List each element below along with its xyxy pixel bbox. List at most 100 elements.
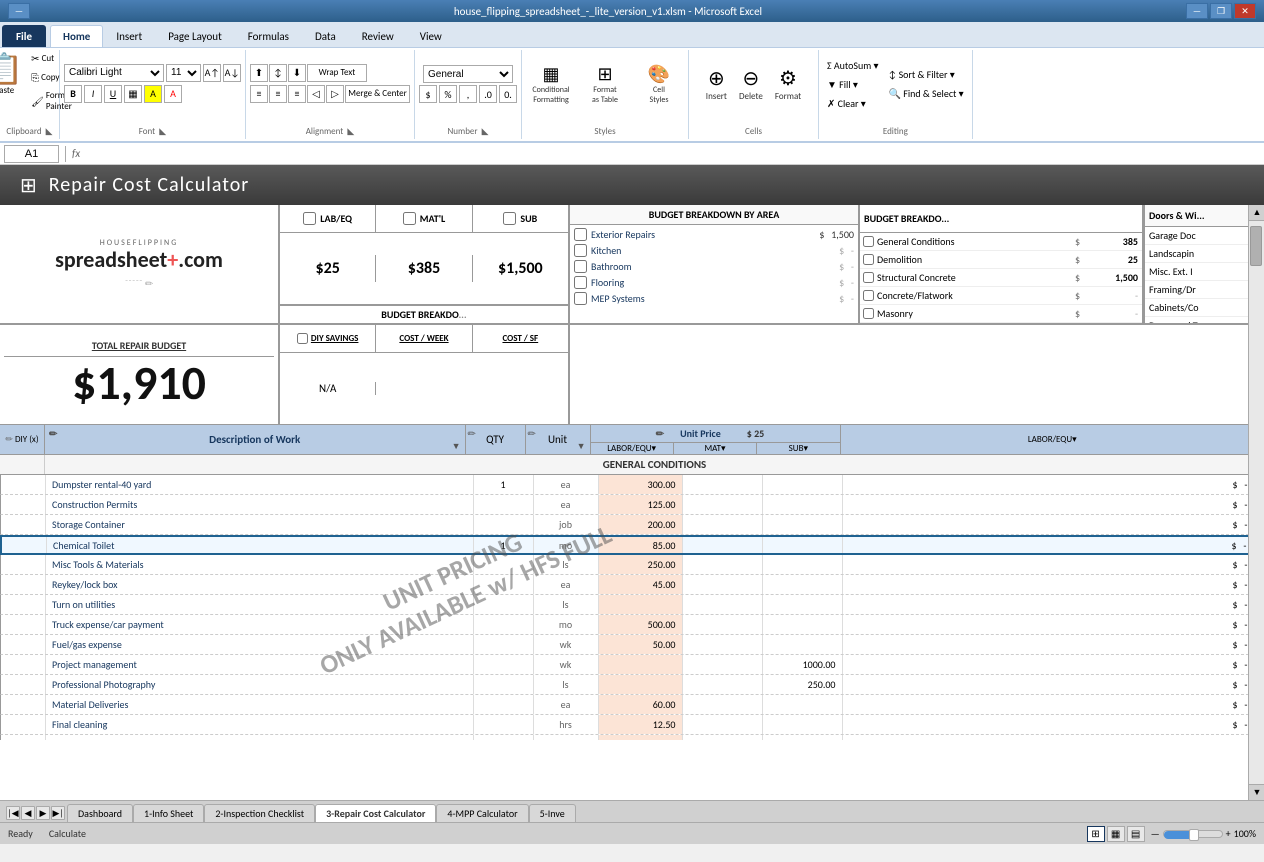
general-conditions-checkbox[interactable] [863, 236, 874, 247]
tab-insert[interactable]: Insert [103, 25, 155, 47]
tab-formulas[interactable]: Formulas [235, 25, 302, 47]
zoom-slider[interactable] [1163, 830, 1223, 838]
indent-increase-button[interactable]: ▷ [326, 85, 344, 103]
tab-2-inspection[interactable]: 2-Inspection Checklist [204, 804, 315, 822]
underline-button[interactable]: U [104, 85, 122, 103]
formula-input[interactable] [84, 145, 1260, 163]
insert-button[interactable]: ⊕ Insert [702, 63, 731, 105]
flooring-checkbox[interactable] [574, 276, 587, 289]
find-select-button[interactable]: 🔍 Find & Select ▾ [885, 85, 968, 102]
cell-styles-button[interactable]: 🎨 CellStyles [634, 60, 684, 108]
increase-decimal-button[interactable]: .0 [479, 85, 497, 103]
top-align-button[interactable]: ⬆ [250, 64, 268, 82]
delete-button[interactable]: ⊖ Delete [735, 63, 767, 105]
paste-button[interactable]: 📋 Paste [0, 52, 26, 112]
format-button[interactable]: ⚙ Format [771, 63, 805, 105]
merge-center-button[interactable]: Merge & Center [345, 85, 410, 103]
currency-button[interactable]: $ [419, 85, 437, 103]
tab-view[interactable]: View [407, 25, 455, 47]
budget-item-flooring: Flooring $ - [574, 275, 854, 290]
formula-bar: fx [0, 143, 1264, 165]
kitchen-checkbox[interactable] [574, 244, 587, 257]
minimize-button[interactable]: — [8, 3, 30, 19]
scroll-down-button[interactable]: ▼ [1249, 784, 1264, 800]
tab-4-mpp[interactable]: 4-MPP Calculator [436, 804, 528, 822]
bathroom-checkbox[interactable] [574, 260, 587, 273]
row6-money: $ - $ [843, 575, 1264, 594]
tab-1-info-sheet[interactable]: 1-Info Sheet [133, 804, 204, 822]
cost-sf-header: COST / SF [473, 325, 568, 352]
sheet-nav-last-button[interactable]: ▶| [51, 806, 65, 820]
font-size-select[interactable]: 11 [166, 64, 201, 82]
font-color-button[interactable]: A [164, 85, 182, 103]
decrease-font-button[interactable]: A↓ [223, 64, 241, 82]
increase-font-button[interactable]: A↑ [203, 64, 221, 82]
normal-view-button[interactable]: ⊞ [1087, 826, 1105, 842]
tab-review[interactable]: Review [349, 25, 407, 47]
sheet-nav-prev-button[interactable]: ◀ [21, 806, 35, 820]
comma-button[interactable]: , [459, 85, 477, 103]
tab-home[interactable]: Home [50, 25, 103, 47]
row8-labor: 500.00 [599, 615, 683, 634]
format-table-button[interactable]: ⊞ Formatas Table [580, 60, 630, 108]
sheet-nav-next-button[interactable]: ▶ [36, 806, 50, 820]
tab-page-layout[interactable]: Page Layout [155, 25, 235, 47]
font-name-select[interactable]: Calibri Light [64, 64, 164, 82]
row7-qty [474, 595, 534, 614]
border-button[interactable]: ▦ [124, 85, 142, 103]
bottom-align-button[interactable]: ⬇ [288, 64, 306, 82]
masonry-checkbox[interactable] [863, 308, 874, 319]
lab-eq-checkbox[interactable] [303, 212, 316, 225]
center-align-button[interactable]: ≡ [269, 85, 287, 103]
row4-desc[interactable]: Chemical Toilet [47, 537, 474, 553]
tab-5-inve[interactable]: 5-Inve [529, 804, 576, 822]
window-minimize-button[interactable]: — [1186, 3, 1208, 19]
fill-color-button[interactable]: A [144, 85, 162, 103]
scroll-thumb[interactable] [1250, 226, 1262, 266]
autosum-button[interactable]: Σ AutoSum ▾ [823, 57, 883, 74]
decrease-decimal-button[interactable]: 0. [499, 85, 517, 103]
fill-button[interactable]: ▼ Fill ▾ [823, 76, 862, 93]
tab-file[interactable]: File [2, 25, 46, 47]
row3-qty [474, 515, 534, 534]
row4-diy [2, 537, 47, 553]
sort-filter-button[interactable]: ↕ Sort & Filter ▾ [885, 66, 959, 83]
row1-money: $ - $ [843, 475, 1264, 494]
structural-checkbox[interactable] [863, 272, 874, 283]
conditional-formatting-button[interactable]: ▦ ConditionalFormatting [526, 60, 576, 108]
row7-mat [683, 595, 763, 614]
zoom-out-button[interactable]: — [1151, 827, 1160, 840]
italic-button[interactable]: I [84, 85, 102, 103]
tab-data[interactable]: Data [302, 25, 349, 47]
scroll-up-button[interactable]: ▲ [1249, 205, 1264, 221]
page-break-view-button[interactable]: ▤ [1127, 826, 1145, 842]
middle-align-button[interactable]: ↕ [269, 64, 287, 82]
window-close-button[interactable]: ✕ [1234, 3, 1256, 19]
sheet-nav-first-button[interactable]: |◀ [6, 806, 20, 820]
budget-item-exterior: Exterior Repairs $ 1,500 [574, 227, 854, 242]
exterior-checkbox[interactable] [574, 228, 587, 241]
right-align-button[interactable]: ≡ [288, 85, 306, 103]
wrap-text-button[interactable]: Wrap Text [307, 64, 367, 82]
tab-dashboard[interactable]: Dashboard [67, 804, 133, 822]
demolition-checkbox[interactable] [863, 254, 874, 265]
concrete-checkbox[interactable] [863, 290, 874, 301]
percent-button[interactable]: % [439, 85, 457, 103]
indent-decrease-button[interactable]: ◁ [307, 85, 325, 103]
ch-diy: ✏ DIY (x) [0, 425, 45, 454]
matl-checkbox[interactable] [403, 212, 416, 225]
clear-button[interactable]: ✗ Clear ▾ [823, 95, 870, 112]
view-icons: ⊞ ▦ ▤ [1087, 826, 1145, 842]
cell-reference-box[interactable] [4, 145, 59, 163]
mep-checkbox[interactable] [574, 292, 587, 305]
zoom-in-button[interactable]: + [1226, 827, 1231, 840]
page-layout-view-button[interactable]: ▦ [1107, 826, 1125, 842]
window-maximize-button[interactable]: ❐ [1210, 3, 1232, 19]
tab-3-repair-cost[interactable]: 3-Repair Cost Calculator [315, 804, 436, 822]
sub-checkbox[interactable] [503, 212, 516, 225]
number-format-select[interactable]: General [423, 65, 513, 83]
bold-button[interactable]: B [64, 85, 82, 103]
zoom-handle[interactable] [1189, 829, 1199, 841]
diy-checkbox[interactable] [297, 333, 308, 344]
left-align-button[interactable]: ≡ [250, 85, 268, 103]
